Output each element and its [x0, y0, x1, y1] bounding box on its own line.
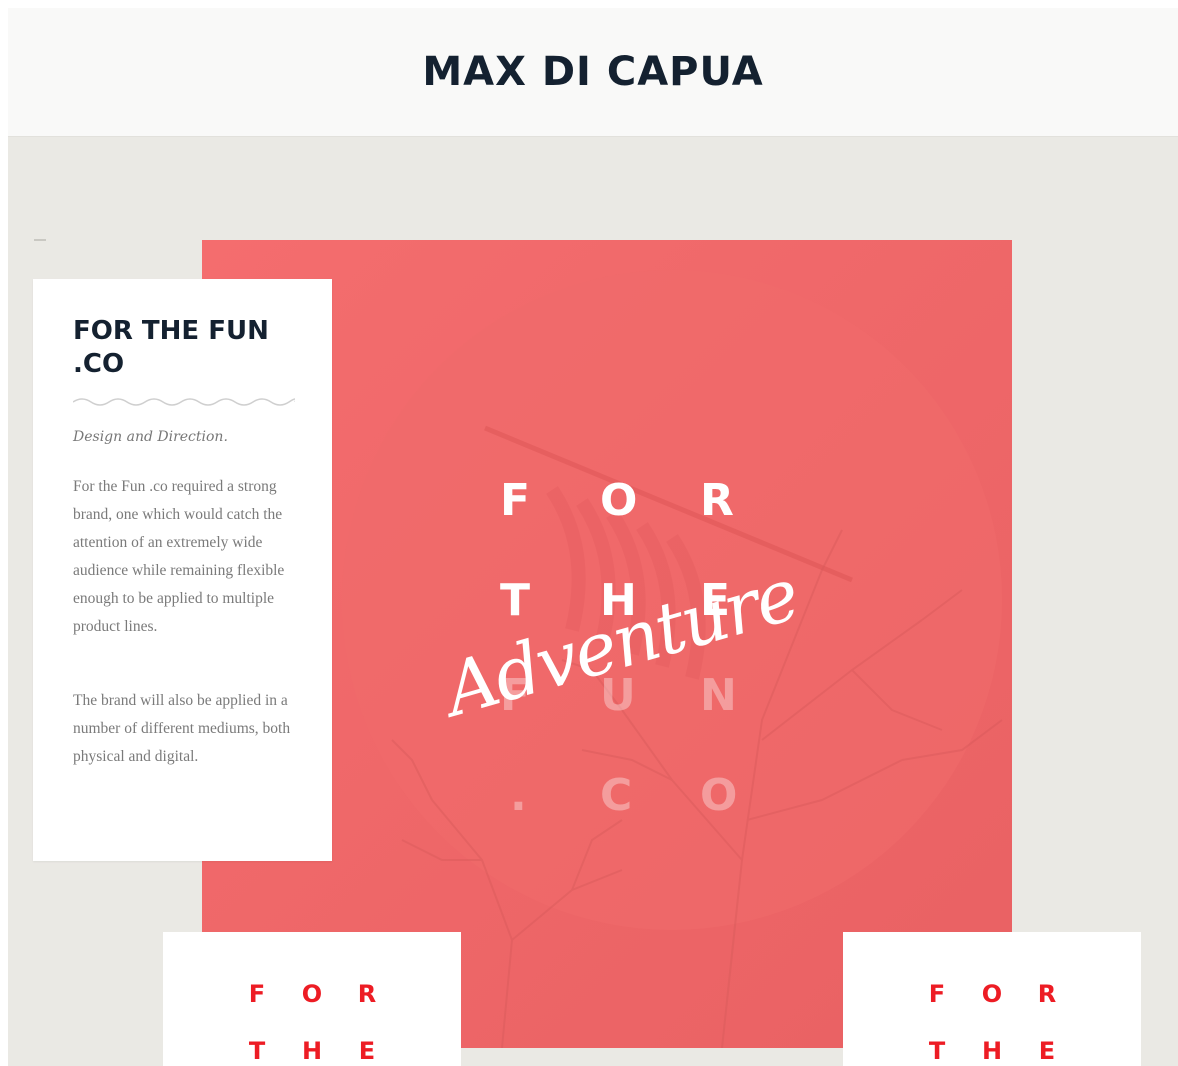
thumbnail-letter: O — [301, 980, 323, 1008]
thumbnail-letter: H — [981, 1037, 1003, 1065]
hero-letter: R — [700, 475, 734, 526]
thumbnail-letter: R — [357, 980, 377, 1008]
thumbnail-word-row: T H E — [843, 1037, 1141, 1065]
project-thumbnail[interactable]: F O R T H E — [163, 932, 461, 1066]
site-header: MAX DI CAPUA — [8, 8, 1178, 137]
project-description: The brand will also be applied in a numb… — [73, 692, 291, 765]
hero-letter: T — [500, 575, 531, 626]
hero-letter: O — [600, 475, 638, 526]
thumbnail-word-row: T H E — [163, 1037, 461, 1065]
project-role: Design and Direction. — [73, 429, 228, 445]
thumbnail-letter: R — [1037, 980, 1057, 1008]
hero-letter-faint: O — [700, 770, 738, 821]
thumbnail-word-row: F O R — [843, 980, 1141, 1008]
thumbnail-word-row: F O R — [163, 980, 461, 1008]
project-info-card: FOR THE FUN .CO Design and Direction. Fo… — [33, 279, 332, 861]
page-frame: MAX DI CAPUA F O R T H E F U N . C O Adv… — [8, 8, 1178, 1066]
project-description: For the Fun .co required a strong brand,… — [73, 478, 285, 635]
divider-mark — [34, 239, 46, 241]
site-title[interactable]: MAX DI CAPUA — [422, 49, 763, 95]
project-title: FOR THE FUN .CO — [73, 315, 303, 381]
project-title-line: FOR THE FUN — [73, 316, 269, 346]
thumbnail-letter: F — [928, 980, 946, 1008]
wavy-divider-icon — [73, 398, 295, 406]
project-content: F O R T H E F U N . C O Adventure FOR TH… — [8, 137, 1178, 1066]
thumbnail-letter: O — [981, 980, 1003, 1008]
hero-letter: F — [500, 475, 531, 526]
thumbnail-letter: T — [248, 1037, 266, 1065]
thumbnail-letter: H — [301, 1037, 323, 1065]
thumbnail-letter: E — [358, 1037, 376, 1065]
thumbnail-letter: F — [248, 980, 266, 1008]
project-thumbnail[interactable]: F O R T H E — [843, 932, 1141, 1066]
hero-letter-faint: N — [700, 670, 737, 721]
thumbnail-letter: E — [1038, 1037, 1056, 1065]
hero-letter-faint: C — [600, 770, 633, 821]
thumbnail-letter: T — [928, 1037, 946, 1065]
hero-letter-faint: . — [510, 770, 527, 821]
project-title-line: .CO — [73, 349, 125, 379]
